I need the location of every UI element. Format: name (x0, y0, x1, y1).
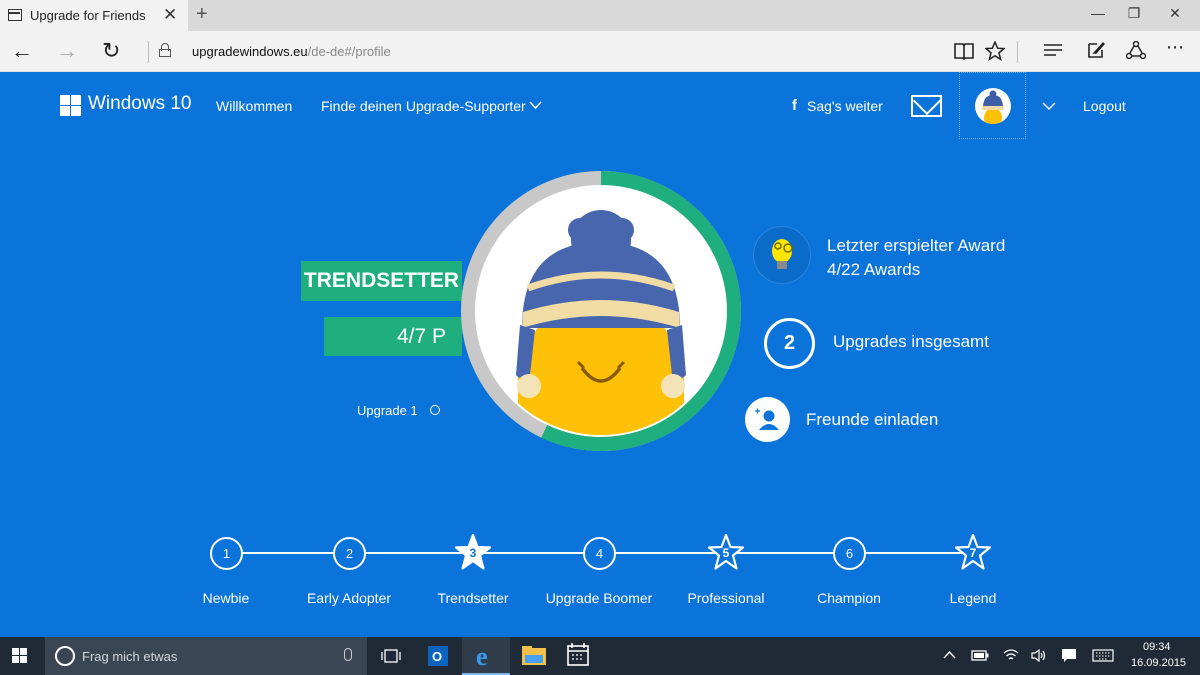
last-award-label: Letzter erspielter Award (827, 236, 1006, 255)
restore-button[interactable]: ❐ (1114, 5, 1154, 22)
search-placeholder: Frag mich etwas (82, 649, 178, 664)
window-close-button[interactable]: ✕ (1155, 5, 1195, 22)
taskbar-calendar[interactable] (555, 637, 603, 675)
avatar (975, 88, 1011, 124)
more-icon[interactable]: ⋯ (1166, 37, 1184, 58)
nav-find-supporter[interactable]: Finde deinen Upgrade-Supporter (321, 98, 526, 114)
tab-title: Upgrade for Friends (30, 8, 146, 23)
close-tab-icon[interactable]: ✕ (163, 5, 177, 25)
keyboard-icon[interactable] (1092, 649, 1114, 662)
level-2-marker[interactable]: 2 (333, 537, 366, 570)
battery-icon[interactable] (971, 650, 989, 661)
level-number: 2 (333, 537, 366, 570)
nav-welcome[interactable]: Willkommen (216, 98, 292, 114)
svg-text:O: O (432, 649, 442, 664)
level-6-marker[interactable]: 6 (833, 537, 866, 570)
divider (1017, 41, 1018, 63)
page-icon (8, 9, 22, 21)
upgrades-total-label: Upgrades insgesamt (833, 332, 989, 351)
level-7-label: Legend (949, 590, 997, 606)
divider (148, 41, 149, 63)
hub-icon[interactable] (1043, 43, 1063, 57)
level-number: 1 (210, 537, 243, 570)
new-tab-button[interactable]: + (196, 3, 208, 26)
reading-view-icon[interactable] (954, 42, 974, 60)
svg-text:e: e (476, 642, 488, 671)
star-outline-icon: 5 (707, 533, 745, 572)
forward-button[interactable]: → (56, 38, 78, 64)
favorite-star-icon[interactable] (985, 41, 1005, 61)
star-outline-icon: 7 (954, 533, 992, 572)
level-6-label: Champion (817, 590, 881, 606)
tray-chevron-up-icon[interactable] (943, 650, 956, 659)
windows-logo-icon[interactable] (60, 95, 81, 116)
logo-text[interactable]: Windows 10 (88, 93, 192, 115)
level-number: 4 (583, 537, 616, 570)
address-bar: ← → ↻ upgradewindows.eu/de-de#/profile ⋯ (0, 31, 1200, 72)
chevron-down-icon[interactable] (529, 101, 542, 110)
wifi-icon[interactable] (1003, 648, 1019, 662)
level-4-marker[interactable]: 4 (583, 537, 616, 570)
awards-count: 4/22 Awards (827, 260, 921, 279)
level-number: 7 (969, 546, 977, 560)
points-badge: 4/7 P (324, 317, 462, 356)
level-number: 5 (722, 546, 730, 560)
level-3-label: Trendsetter (437, 590, 509, 606)
upgrades-total-count: 2 (764, 318, 815, 369)
share-icon[interactable] (1126, 41, 1146, 59)
rank-badge: TRENDSETTER (301, 261, 462, 301)
level-5-label: Professional (687, 590, 765, 606)
site-header: Windows 10 Willkommen Finde deinen Upgra… (0, 72, 1200, 139)
refresh-button[interactable]: ↻ (102, 38, 120, 64)
level-2-label: Early Adopter (306, 590, 392, 606)
logout-link[interactable]: Logout (1083, 98, 1126, 114)
level-5-marker[interactable]: 5 (707, 533, 745, 572)
minimize-button[interactable]: — (1078, 5, 1118, 21)
cortana-search-box[interactable]: Frag mich etwas (45, 637, 367, 675)
windows-taskbar: Frag mich etwas O e 09:34 16.09.2015 (0, 637, 1200, 675)
facebook-icon[interactable]: f (792, 97, 797, 114)
level-number: 6 (833, 537, 866, 570)
lock-icon[interactable] (159, 43, 171, 57)
star-filled-icon: 3 (454, 533, 492, 572)
back-button[interactable]: ← (11, 38, 33, 64)
browser-tab-bar: Upgrade for Friends ✕ + — ❐ ✕ (0, 0, 1200, 31)
user-avatar-button[interactable] (959, 72, 1026, 139)
mail-icon[interactable] (911, 95, 942, 117)
browser-tab[interactable]: Upgrade for Friends ✕ (0, 0, 188, 31)
level-number: 3 (469, 546, 477, 560)
taskbar-edge[interactable]: e (462, 637, 510, 675)
clock-date[interactable]: 16.09.2015 (1131, 657, 1186, 669)
level-3-marker[interactable]: 3 (454, 533, 492, 572)
profile-avatar-ring (461, 171, 741, 451)
taskbar-outlook[interactable]: O (414, 637, 462, 675)
taskbar-file-explorer[interactable] (510, 637, 558, 675)
url-field[interactable]: upgradewindows.eu/de-de#/profile (192, 44, 391, 59)
account-chevron-down-icon[interactable] (1042, 102, 1056, 111)
level-7-marker[interactable]: 7 (954, 533, 992, 572)
share-link[interactable]: Sag's weiter (807, 98, 883, 114)
microphone-icon[interactable] (344, 648, 352, 661)
level-4-label: Upgrade Boomer (545, 590, 653, 606)
clock-time[interactable]: 09:34 (1143, 641, 1171, 653)
upgrade-indicator-icon (430, 405, 440, 415)
invite-friends-icon[interactable] (745, 397, 790, 442)
cortana-icon (55, 646, 75, 666)
invite-friends-link[interactable]: Freunde einladen (806, 410, 938, 430)
volume-icon[interactable] (1031, 649, 1047, 662)
web-note-icon[interactable] (1087, 41, 1105, 59)
level-1-label: Newbie (202, 590, 250, 606)
task-view-icon[interactable] (381, 649, 401, 663)
action-center-icon[interactable] (1061, 648, 1077, 663)
start-windows-icon[interactable] (12, 648, 28, 664)
upgrade-count-label: Upgrade 1 (357, 403, 418, 418)
level-1-marker[interactable]: 1 (210, 537, 243, 570)
award-bulb-icon[interactable] (753, 226, 811, 284)
